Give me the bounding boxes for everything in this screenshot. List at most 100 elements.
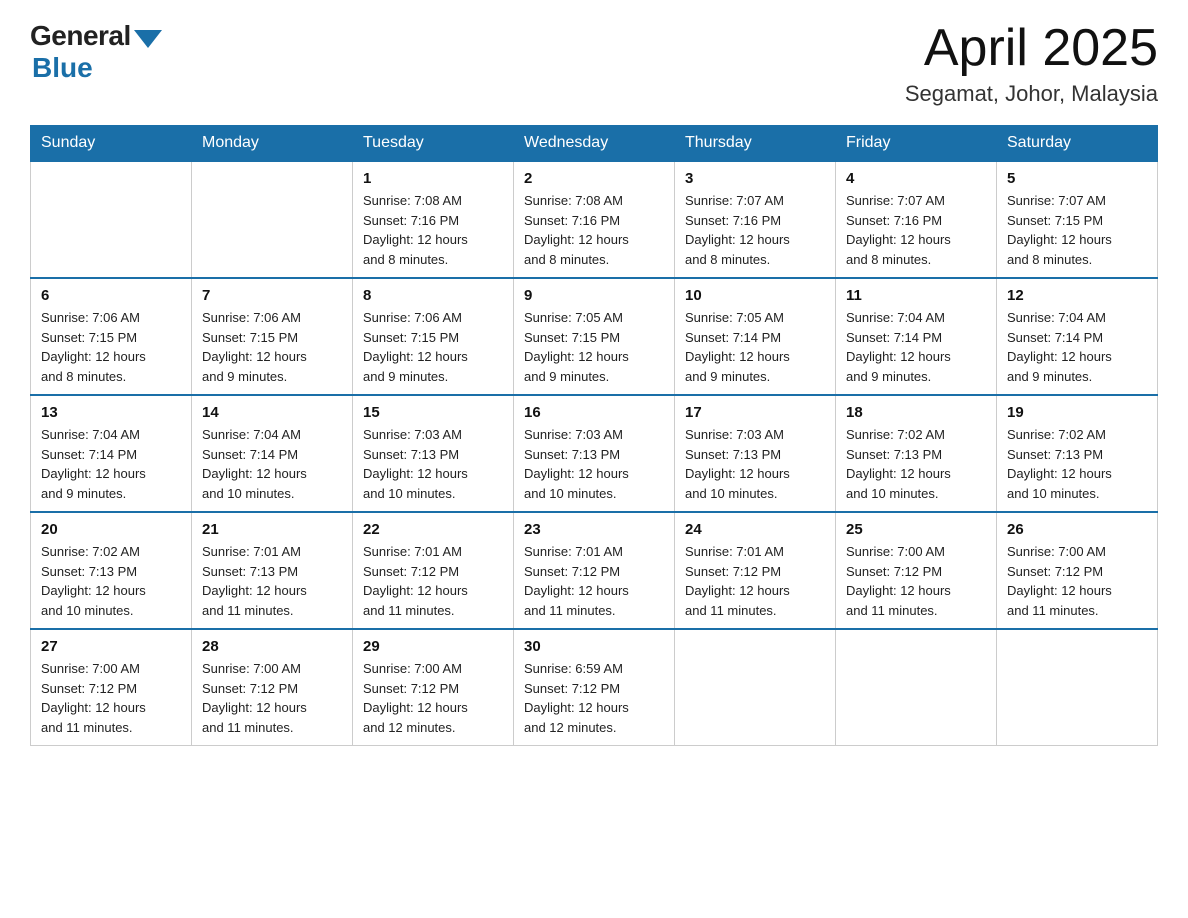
day-info: Sunrise: 7:00 AM Sunset: 7:12 PM Dayligh… — [41, 659, 181, 737]
day-number: 19 — [1007, 404, 1147, 421]
day-info: Sunrise: 7:04 AM Sunset: 7:14 PM Dayligh… — [41, 425, 181, 503]
day-number: 5 — [1007, 170, 1147, 187]
day-info: Sunrise: 7:05 AM Sunset: 7:14 PM Dayligh… — [685, 308, 825, 386]
calendar-body: 1 Sunrise: 7:08 AM Sunset: 7:16 PM Daylig… — [31, 161, 1158, 746]
day-number: 17 — [685, 404, 825, 421]
calendar-week-row: 6 Sunrise: 7:06 AM Sunset: 7:15 PM Daylig… — [31, 278, 1158, 395]
day-number: 16 — [524, 404, 664, 421]
day-info: Sunrise: 7:04 AM Sunset: 7:14 PM Dayligh… — [202, 425, 342, 503]
calendar-cell: 14 Sunrise: 7:04 AM Sunset: 7:14 PM Dayli… — [192, 395, 353, 512]
day-info: Sunrise: 7:02 AM Sunset: 7:13 PM Dayligh… — [1007, 425, 1147, 503]
weekday-header-row: SundayMondayTuesdayWednesdayThursdayFrid… — [31, 126, 1158, 162]
weekday-header-wednesday: Wednesday — [514, 126, 675, 162]
calendar-cell: 24 Sunrise: 7:01 AM Sunset: 7:12 PM Dayli… — [675, 512, 836, 629]
day-number: 13 — [41, 404, 181, 421]
weekday-header-monday: Monday — [192, 126, 353, 162]
day-number: 27 — [41, 638, 181, 655]
day-info: Sunrise: 7:06 AM Sunset: 7:15 PM Dayligh… — [363, 308, 503, 386]
calendar-cell: 15Sunrise: 7:03 AM Sunset: 7:13 PM Dayli… — [353, 395, 514, 512]
day-number: 21 — [202, 521, 342, 538]
calendar-cell: 25Sunrise: 7:00 AM Sunset: 7:12 PM Dayli… — [836, 512, 997, 629]
day-number: 12 — [1007, 287, 1147, 304]
calendar-cell: 16 Sunrise: 7:03 AM Sunset: 7:13 PM Dayli… — [514, 395, 675, 512]
day-number: 20 — [41, 521, 181, 538]
day-number: 24 — [685, 521, 825, 538]
day-number: 26 — [1007, 521, 1147, 538]
day-info: Sunrise: 7:03 AM Sunset: 7:13 PM Dayligh… — [363, 425, 503, 503]
calendar-cell: 18Sunrise: 7:02 AM Sunset: 7:13 PM Dayli… — [836, 395, 997, 512]
day-info: Sunrise: 7:03 AM Sunset: 7:13 PM Dayligh… — [524, 425, 664, 503]
day-info: Sunrise: 7:04 AM Sunset: 7:14 PM Dayligh… — [1007, 308, 1147, 386]
day-info: Sunrise: 6:59 AM Sunset: 7:12 PM Dayligh… — [524, 659, 664, 737]
calendar-cell — [31, 161, 192, 278]
day-number: 23 — [524, 521, 664, 538]
day-number: 1 — [363, 170, 503, 187]
calendar-cell: 13 Sunrise: 7:04 AM Sunset: 7:14 PM Dayli… — [31, 395, 192, 512]
weekday-header-sunday: Sunday — [31, 126, 192, 162]
day-info: Sunrise: 7:04 AM Sunset: 7:14 PM Dayligh… — [846, 308, 986, 386]
calendar-table: SundayMondayTuesdayWednesdayThursdayFrid… — [30, 125, 1158, 746]
calendar-cell: 2 Sunrise: 7:08 AM Sunset: 7:16 PM Daylig… — [514, 161, 675, 278]
day-info: Sunrise: 7:03 AM Sunset: 7:13 PM Dayligh… — [685, 425, 825, 503]
day-number: 4 — [846, 170, 986, 187]
weekday-header-saturday: Saturday — [997, 126, 1158, 162]
day-number: 2 — [524, 170, 664, 187]
title-section: April 2025 Segamat, Johor, Malaysia — [905, 20, 1158, 107]
calendar-header: SundayMondayTuesdayWednesdayThursdayFrid… — [31, 126, 1158, 162]
day-number: 28 — [202, 638, 342, 655]
logo-blue-text: Blue — [32, 52, 93, 84]
calendar-week-row: 13 Sunrise: 7:04 AM Sunset: 7:14 PM Dayli… — [31, 395, 1158, 512]
weekday-header-tuesday: Tuesday — [353, 126, 514, 162]
day-info: Sunrise: 7:01 AM Sunset: 7:12 PM Dayligh… — [363, 542, 503, 620]
calendar-week-row: 20 Sunrise: 7:02 AM Sunset: 7:13 PM Dayli… — [31, 512, 1158, 629]
day-info: Sunrise: 7:01 AM Sunset: 7:13 PM Dayligh… — [202, 542, 342, 620]
calendar-cell: 7 Sunrise: 7:06 AM Sunset: 7:15 PM Daylig… — [192, 278, 353, 395]
day-number: 11 — [846, 287, 986, 304]
day-info: Sunrise: 7:06 AM Sunset: 7:15 PM Dayligh… — [202, 308, 342, 386]
calendar-cell: 21 Sunrise: 7:01 AM Sunset: 7:13 PM Dayli… — [192, 512, 353, 629]
day-info: Sunrise: 7:00 AM Sunset: 7:12 PM Dayligh… — [1007, 542, 1147, 620]
day-number: 25 — [846, 521, 986, 538]
weekday-header-thursday: Thursday — [675, 126, 836, 162]
day-info: Sunrise: 7:08 AM Sunset: 7:16 PM Dayligh… — [524, 191, 664, 269]
day-number: 3 — [685, 170, 825, 187]
day-number: 10 — [685, 287, 825, 304]
calendar-cell: 22 Sunrise: 7:01 AM Sunset: 7:12 PM Dayli… — [353, 512, 514, 629]
day-info: Sunrise: 7:01 AM Sunset: 7:12 PM Dayligh… — [524, 542, 664, 620]
day-info: Sunrise: 7:02 AM Sunset: 7:13 PM Dayligh… — [41, 542, 181, 620]
day-info: Sunrise: 7:07 AM Sunset: 7:16 PM Dayligh… — [685, 191, 825, 269]
calendar-cell: 19 Sunrise: 7:02 AM Sunset: 7:13 PM Dayli… — [997, 395, 1158, 512]
day-number: 9 — [524, 287, 664, 304]
day-info: Sunrise: 7:00 AM Sunset: 7:12 PM Dayligh… — [363, 659, 503, 737]
weekday-header-friday: Friday — [836, 126, 997, 162]
page-header: General Blue April 2025 Segamat, Johor, … — [30, 20, 1158, 107]
calendar-cell: 20 Sunrise: 7:02 AM Sunset: 7:13 PM Dayli… — [31, 512, 192, 629]
day-number: 22 — [363, 521, 503, 538]
calendar-cell — [836, 629, 997, 746]
day-info: Sunrise: 7:08 AM Sunset: 7:16 PM Dayligh… — [363, 191, 503, 269]
calendar-cell: 29 Sunrise: 7:00 AM Sunset: 7:12 PM Dayli… — [353, 629, 514, 746]
logo-general-text: General — [30, 20, 131, 52]
day-number: 18 — [846, 404, 986, 421]
calendar-cell: 28 Sunrise: 7:00 AM Sunset: 7:12 PM Dayli… — [192, 629, 353, 746]
day-number: 14 — [202, 404, 342, 421]
day-info: Sunrise: 7:06 AM Sunset: 7:15 PM Dayligh… — [41, 308, 181, 386]
day-number: 6 — [41, 287, 181, 304]
calendar-cell — [997, 629, 1158, 746]
calendar-cell: 10 Sunrise: 7:05 AM Sunset: 7:14 PM Dayli… — [675, 278, 836, 395]
calendar-cell: 8Sunrise: 7:06 AM Sunset: 7:15 PM Daylig… — [353, 278, 514, 395]
day-info: Sunrise: 7:01 AM Sunset: 7:12 PM Dayligh… — [685, 542, 825, 620]
logo-arrow-icon — [134, 30, 162, 48]
day-number: 7 — [202, 287, 342, 304]
calendar-cell: 23 Sunrise: 7:01 AM Sunset: 7:12 PM Dayli… — [514, 512, 675, 629]
calendar-cell: 27 Sunrise: 7:00 AM Sunset: 7:12 PM Dayli… — [31, 629, 192, 746]
calendar-cell — [192, 161, 353, 278]
day-info: Sunrise: 7:07 AM Sunset: 7:15 PM Dayligh… — [1007, 191, 1147, 269]
day-info: Sunrise: 7:05 AM Sunset: 7:15 PM Dayligh… — [524, 308, 664, 386]
calendar-cell: 12 Sunrise: 7:04 AM Sunset: 7:14 PM Dayli… — [997, 278, 1158, 395]
calendar-cell: 3 Sunrise: 7:07 AM Sunset: 7:16 PM Daylig… — [675, 161, 836, 278]
day-number: 29 — [363, 638, 503, 655]
day-info: Sunrise: 7:00 AM Sunset: 7:12 PM Dayligh… — [202, 659, 342, 737]
day-info: Sunrise: 7:07 AM Sunset: 7:16 PM Dayligh… — [846, 191, 986, 269]
logo: General Blue — [30, 20, 162, 84]
